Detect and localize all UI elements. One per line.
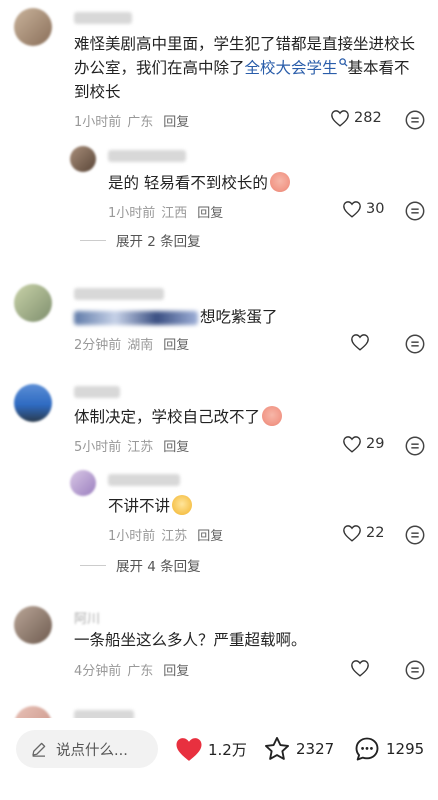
more-options-icon[interactable] bbox=[404, 524, 426, 546]
heart-filled-icon bbox=[176, 738, 202, 761]
hashtag-link[interactable]: 全校大会学生 bbox=[245, 58, 348, 77]
username-blurred[interactable] bbox=[108, 474, 180, 486]
location: 江苏 bbox=[127, 440, 154, 455]
avatar[interactable] bbox=[70, 470, 96, 496]
comment-bubble-icon bbox=[355, 737, 379, 761]
comment-text: 想吃紫蛋了 bbox=[200, 308, 278, 326]
username-blurred[interactable] bbox=[74, 12, 132, 24]
comment-button[interactable]: 1295 bbox=[352, 730, 424, 768]
comment-text: 一条船坐这么多人？严重超载啊。 bbox=[74, 631, 307, 649]
bottom-action-bar: 说点什么... 1.2万 2327 1295 bbox=[0, 718, 438, 800]
like-button[interactable] bbox=[350, 659, 374, 677]
heart-icon bbox=[331, 110, 349, 127]
emoji-icon bbox=[269, 172, 290, 192]
blurred-text bbox=[74, 311, 198, 325]
location: 广东 bbox=[127, 115, 154, 130]
avatar[interactable] bbox=[70, 146, 96, 172]
avatar[interactable] bbox=[14, 8, 52, 46]
more-options-icon[interactable] bbox=[404, 200, 426, 222]
username-blurred[interactable] bbox=[74, 288, 164, 300]
reply-text: 是的 轻易看不到校长的 bbox=[108, 171, 290, 195]
heart-icon bbox=[351, 660, 369, 677]
comment-meta: 5小时前 江苏 回复 bbox=[74, 436, 189, 455]
reply-button[interactable]: 回复 bbox=[163, 115, 189, 130]
timestamp: 1小时前 bbox=[108, 529, 156, 544]
like-button[interactable]: 30 bbox=[342, 200, 384, 218]
timestamp: 1小时前 bbox=[108, 206, 156, 221]
location: 广东 bbox=[127, 664, 154, 679]
avatar[interactable] bbox=[14, 284, 52, 322]
username[interactable]: 阿川 bbox=[74, 608, 100, 627]
reply-button[interactable]: 回复 bbox=[163, 338, 189, 353]
comment-count: 1295 bbox=[386, 740, 425, 758]
reply-meta: 1小时前 江苏 回复 bbox=[108, 525, 223, 544]
emoji-icon bbox=[172, 495, 193, 515]
more-options-icon[interactable] bbox=[404, 659, 426, 681]
expand-replies-button[interactable]: 展开 4 条回复 bbox=[80, 555, 201, 575]
reply-meta: 1小时前 江西 回复 bbox=[108, 202, 223, 221]
heart-icon bbox=[343, 201, 361, 218]
timestamp: 4分钟前 bbox=[74, 664, 122, 679]
like-count: 30 bbox=[366, 201, 385, 217]
timestamp: 2分钟前 bbox=[74, 338, 122, 353]
comment-meta: 2分钟前 湖南 回复 bbox=[74, 334, 189, 353]
comment-meta: 1小时前 广东 回复 bbox=[74, 111, 189, 130]
more-options-icon[interactable] bbox=[404, 109, 426, 131]
comment-text: 体制决定，学校自己改不了 bbox=[74, 405, 283, 429]
comment-text: 难怪美剧高中里面，学生犯了错都是直接坐进校长办公室，我们在高中除了全校大会学生基… bbox=[74, 35, 416, 101]
location: 江西 bbox=[161, 206, 188, 221]
like-post-button[interactable]: 1.2万 bbox=[174, 730, 247, 768]
username-blurred[interactable] bbox=[74, 386, 120, 398]
reply-button[interactable]: 回复 bbox=[197, 206, 223, 221]
like-button[interactable]: 282 bbox=[330, 109, 382, 127]
location: 湖南 bbox=[127, 338, 154, 353]
location: 江苏 bbox=[161, 529, 188, 544]
reply-text: 不讲不讲 bbox=[108, 494, 193, 518]
like-button[interactable]: 22 bbox=[342, 524, 384, 542]
expand-replies-button[interactable]: 展开 2 条回复 bbox=[80, 230, 201, 250]
emoji-icon bbox=[262, 406, 283, 426]
like-button[interactable] bbox=[350, 333, 374, 351]
avatar[interactable] bbox=[14, 606, 52, 644]
like-count: 22 bbox=[366, 525, 385, 541]
reply-button[interactable]: 回复 bbox=[163, 664, 189, 679]
heart-icon bbox=[343, 436, 361, 453]
timestamp: 5小时前 bbox=[74, 440, 122, 455]
username-blurred[interactable] bbox=[108, 150, 186, 162]
heart-icon bbox=[343, 525, 361, 542]
timestamp: 1小时前 bbox=[74, 115, 122, 130]
like-count: 29 bbox=[366, 436, 385, 452]
avatar[interactable] bbox=[14, 384, 52, 422]
like-post-count: 1.2万 bbox=[208, 740, 247, 759]
reply-button[interactable]: 回复 bbox=[197, 529, 223, 544]
reply-button[interactable]: 回复 bbox=[163, 440, 189, 455]
favorite-button[interactable]: 2327 bbox=[262, 730, 334, 768]
comment-meta: 4分钟前 广东 回复 bbox=[74, 660, 189, 679]
search-icon bbox=[338, 58, 348, 67]
more-options-icon[interactable] bbox=[404, 333, 426, 355]
pencil-icon bbox=[32, 742, 46, 757]
star-icon bbox=[264, 736, 290, 760]
comment-input[interactable]: 说点什么... bbox=[16, 730, 158, 768]
like-count: 282 bbox=[354, 110, 382, 126]
comment-placeholder: 说点什么... bbox=[56, 742, 128, 759]
heart-icon bbox=[351, 334, 369, 351]
like-button[interactable]: 29 bbox=[342, 435, 384, 453]
more-options-icon[interactable] bbox=[404, 435, 426, 457]
favorite-count: 2327 bbox=[296, 740, 335, 758]
